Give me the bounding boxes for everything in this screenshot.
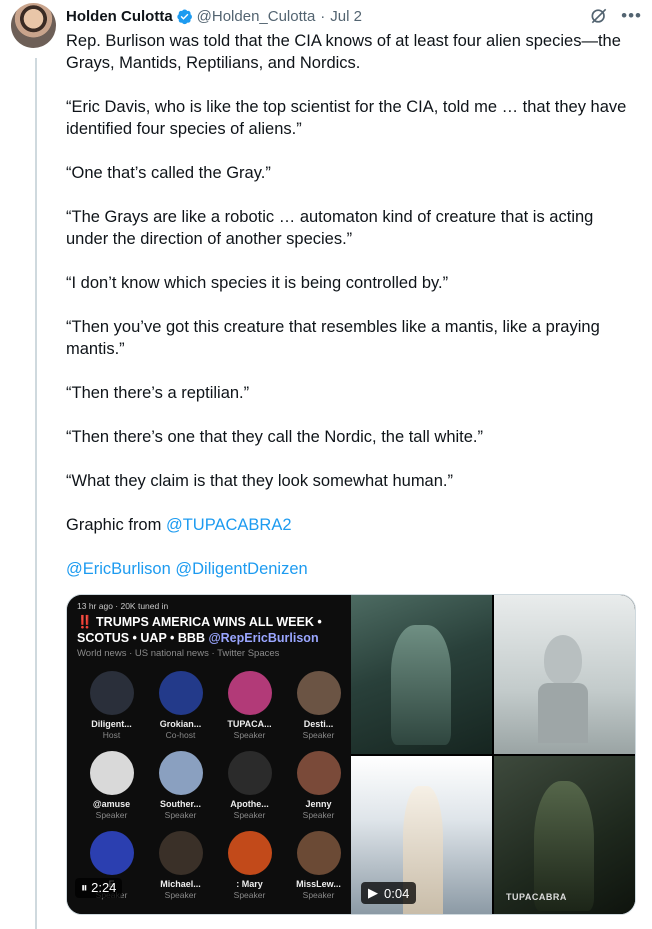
speaker[interactable]: ESpeaker	[77, 831, 146, 911]
gray-head	[544, 635, 582, 685]
tweet-paragraph: “The Grays are like a robotic … automato…	[66, 208, 594, 248]
reptilian-image: TUPACABRA	[494, 755, 635, 914]
speaker-name: Desti...	[303, 719, 334, 729]
speaker-avatar	[89, 751, 134, 795]
speaker[interactable]: Apothe... Speaker	[215, 751, 284, 831]
speaker-role: Co-host	[165, 730, 196, 740]
speaker-role: Speaker	[302, 890, 335, 900]
speaker[interactable]: Desti... Speaker	[284, 671, 353, 751]
speaker[interactable]: TUPACA... Speaker	[215, 671, 284, 751]
speaker-avatar	[158, 831, 203, 875]
gray-body	[538, 683, 588, 743]
video-time: 0:04	[384, 885, 410, 901]
tweet-paragraph: “One that’s called the Gray.”	[66, 164, 271, 182]
tweet-date[interactable]: Jul 2	[330, 8, 362, 25]
tweet-paragraph: “What they claim is that they look somew…	[66, 472, 453, 490]
speaker-avatar	[296, 831, 341, 875]
avatar[interactable]	[11, 3, 56, 48]
speaker-name: Michael...	[160, 879, 201, 889]
speaker-name: MissLew...	[296, 879, 341, 889]
speaker[interactable]: Jenny Speaker	[284, 751, 353, 831]
mention-link[interactable]: @DiligentDenizen	[175, 560, 307, 578]
grok-icon[interactable]	[589, 6, 609, 26]
thread-line	[35, 58, 37, 929]
space-title: ‼️ TRUMPS AMERICA WINS ALL WEEK • SCOTUS…	[77, 614, 341, 646]
speaker-name: TUPACA...	[227, 719, 272, 729]
author-handle[interactable]: @Holden_Culotta	[197, 8, 316, 25]
tweet-text: Rep. Burlison was told that the CIA know…	[66, 30, 631, 602]
space-title-mention: @RepEricBurlison	[208, 631, 319, 645]
speaker[interactable]: : Mary Speaker	[215, 831, 284, 911]
gray-image	[494, 595, 635, 754]
space-meta: 13 hr ago · 20K tuned in	[77, 601, 169, 611]
speaker-role: Speaker	[233, 730, 266, 740]
speaker-avatar	[158, 671, 203, 715]
speaker[interactable]: Souther... Speaker	[146, 751, 215, 831]
mention-link[interactable]: @EricBurlison	[66, 560, 171, 578]
media-container[interactable]: 13 hr ago · 20K tuned in ‼️ TRUMPS AMERI…	[66, 594, 636, 915]
speaker[interactable]: MissLew... Speaker	[284, 831, 353, 911]
speaker[interactable]: Grokian... Co-host	[146, 671, 215, 751]
tweet-paragraph: “Then there’s one that they call the Nor…	[66, 428, 483, 446]
speaker-name: Grokian...	[159, 719, 202, 729]
speaker-name: : Mary	[236, 879, 263, 889]
mantis-figure	[391, 625, 451, 745]
tweet-header: Holden Culotta @Holden_Culotta · Jul 2 •…	[66, 6, 642, 26]
space-title-bang: ‼️	[77, 615, 93, 629]
speaker-name: Souther...	[159, 799, 201, 809]
speaker-role: Host	[102, 730, 121, 740]
speaker-avatar	[227, 831, 272, 875]
mantis-image	[351, 595, 492, 754]
tweet-paragraph: “Then there’s a reptilian.”	[66, 384, 250, 402]
speaker-name: @amuse	[92, 799, 131, 809]
graphic-link[interactable]: @TUPACABRA2	[166, 516, 292, 534]
graphic-credit: Graphic from @TUPACABRA2	[66, 514, 631, 536]
graphic-prefix: Graphic from	[66, 516, 166, 534]
speaker[interactable]: Diligent... Host	[77, 671, 146, 751]
reptilian-figure	[534, 780, 594, 911]
speaker-avatar	[89, 831, 134, 875]
nordic-image: ▶ 0:04	[351, 755, 492, 914]
speaker-avatar	[296, 671, 341, 715]
speaker-role: Speaker	[164, 890, 197, 900]
space-timer[interactable]: ⏸ 2:24	[75, 878, 123, 898]
separator-dot: ·	[320, 7, 326, 25]
speaker-avatar	[158, 751, 203, 795]
speaker-role: Speaker	[233, 810, 266, 820]
space-subtitle: World news · US national news · Twitter …	[77, 648, 280, 659]
alien-video[interactable]: ▶ 0:04 TUPACABRA	[351, 595, 635, 914]
speaker-name: Apothe...	[230, 799, 269, 809]
speaker-role: Speaker	[95, 810, 128, 820]
speaker-name: Diligent...	[91, 719, 132, 729]
more-icon[interactable]: •••	[621, 6, 642, 26]
tweet-paragraph: “I don’t know which species it is being …	[66, 274, 449, 292]
space-card-image[interactable]: 13 hr ago · 20K tuned in ‼️ TRUMPS AMERI…	[67, 595, 351, 914]
speaker-avatar	[89, 671, 134, 715]
speaker-grid: Diligent... Host Grokian... Co-host TUPACA..…	[77, 671, 341, 911]
tweet-paragraph: Rep. Burlison was told that the CIA know…	[66, 32, 621, 72]
mentions: @EricBurlison @DiligentDenizen	[66, 558, 631, 580]
speaker-avatar	[227, 751, 272, 795]
speaker-name: Jenny	[305, 799, 332, 809]
author-name[interactable]: Holden Culotta	[66, 8, 173, 25]
verified-badge-icon	[177, 9, 192, 24]
watermark: TUPACABRA	[506, 892, 567, 902]
speaker-avatar	[296, 751, 341, 795]
speaker[interactable]: Michael... Speaker	[146, 831, 215, 911]
tweet-paragraph: “Eric Davis, who is like the top scienti…	[66, 98, 627, 138]
play-icon: ▶	[368, 885, 378, 900]
speaker-avatar	[227, 671, 272, 715]
speaker[interactable]: @amuse Speaker	[77, 751, 146, 831]
speaker-role: Speaker	[164, 810, 197, 820]
speaker-role: Speaker	[302, 730, 335, 740]
tweet-paragraph: “Then you’ve got this creature that rese…	[66, 318, 600, 358]
video-timer[interactable]: ▶ 0:04	[361, 882, 417, 904]
speaker-role: Speaker	[233, 890, 266, 900]
speaker-role: Speaker	[302, 810, 335, 820]
